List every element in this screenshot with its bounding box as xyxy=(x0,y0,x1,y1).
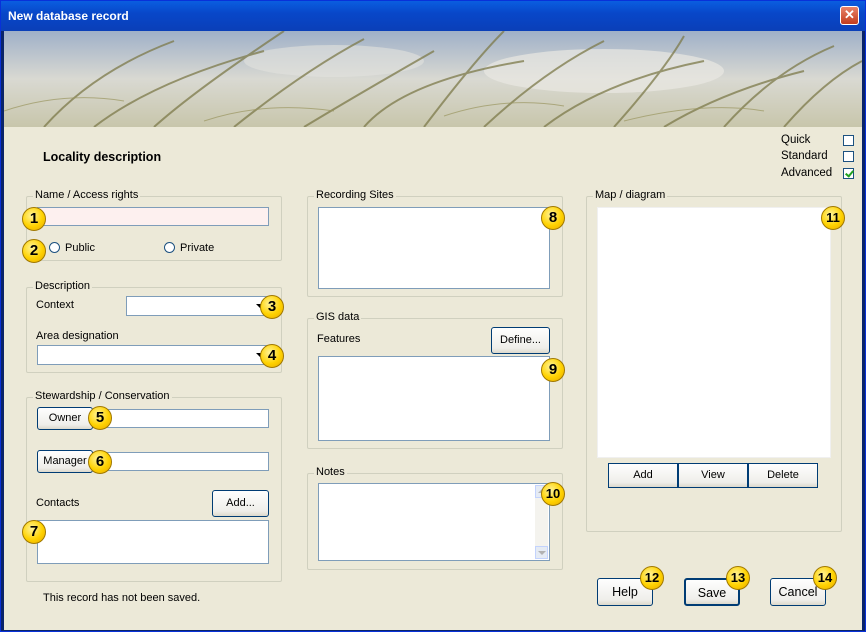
page-title: Locality description xyxy=(43,150,162,164)
scroll-down-icon[interactable] xyxy=(535,546,548,559)
private-label: Private xyxy=(180,242,215,254)
features-list[interactable] xyxy=(318,356,550,441)
mode-advanced-label: Advanced xyxy=(781,167,833,179)
define-button[interactable]: Define... xyxy=(491,327,550,354)
callout-badge: 14 xyxy=(813,566,837,590)
map-diagram-legend: Map / diagram xyxy=(593,189,668,201)
mode-standard-label: Standard xyxy=(781,150,828,162)
callout-badge: 3 xyxy=(260,295,284,319)
context-combo[interactable] xyxy=(126,296,268,316)
description-legend: Description xyxy=(33,280,93,292)
banner-image xyxy=(4,31,862,127)
name-field[interactable] xyxy=(37,207,269,226)
recording-sites-list[interactable] xyxy=(318,207,550,289)
gis-data-legend: GIS data xyxy=(314,311,362,323)
private-radio[interactable] xyxy=(164,242,175,253)
public-radio[interactable] xyxy=(49,242,60,253)
contacts-label: Contacts xyxy=(36,497,80,509)
area-designation-combo[interactable] xyxy=(37,345,268,365)
callout-badge: 8 xyxy=(541,206,565,230)
manager-button[interactable]: Manager xyxy=(37,450,93,473)
owner-field[interactable] xyxy=(93,409,269,428)
close-icon[interactable]: ✕ xyxy=(840,6,859,25)
callout-badge: 4 xyxy=(260,344,284,368)
callout-badge: 6 xyxy=(88,450,112,474)
owner-button[interactable]: Owner xyxy=(37,407,93,430)
mode-quick-label: Quick xyxy=(781,134,811,146)
map-view-button[interactable]: View xyxy=(678,463,748,488)
callout-badge: 1 xyxy=(22,207,46,231)
notes-textarea[interactable] xyxy=(318,483,550,561)
map-add-button[interactable]: Add xyxy=(608,463,678,488)
contacts-list[interactable] xyxy=(37,520,269,564)
notes-legend: Notes xyxy=(314,466,347,478)
callout-badge: 11 xyxy=(821,206,845,230)
callout-badge: 9 xyxy=(541,358,565,382)
mode-standard-checkbox[interactable] xyxy=(843,151,854,162)
window-title: New database record xyxy=(8,9,129,23)
stewardship-legend: Stewardship / Conservation xyxy=(33,390,172,402)
mode-quick-checkbox[interactable] xyxy=(843,135,854,146)
public-label: Public xyxy=(65,242,95,254)
callout-badge: 5 xyxy=(88,406,112,430)
callout-badge: 10 xyxy=(541,482,565,506)
dialog-window: New database record ✕ Locality descripti… xyxy=(0,0,866,632)
features-label: Features xyxy=(317,333,361,345)
callout-badge: 12 xyxy=(640,566,664,590)
mode-advanced-checkbox[interactable] xyxy=(843,168,854,179)
manager-field[interactable] xyxy=(93,452,269,471)
recording-sites-legend: Recording Sites xyxy=(314,189,396,201)
dialog-client: Locality description Quick Standard Adva… xyxy=(4,31,862,630)
callout-badge: 13 xyxy=(726,566,750,590)
map-delete-button[interactable]: Delete xyxy=(748,463,818,488)
add-contact-button[interactable]: Add... xyxy=(212,490,269,517)
map-diagram-canvas[interactable] xyxy=(597,207,831,458)
save-status-text: This record has not been saved. xyxy=(43,592,201,604)
title-bar[interactable]: New database record ✕ xyxy=(1,1,865,31)
context-label: Context xyxy=(36,299,74,311)
area-designation-label: Area designation xyxy=(36,330,119,342)
name-access-legend: Name / Access rights xyxy=(33,189,141,201)
callout-badge: 2 xyxy=(22,239,46,263)
callout-badge: 7 xyxy=(22,520,46,544)
